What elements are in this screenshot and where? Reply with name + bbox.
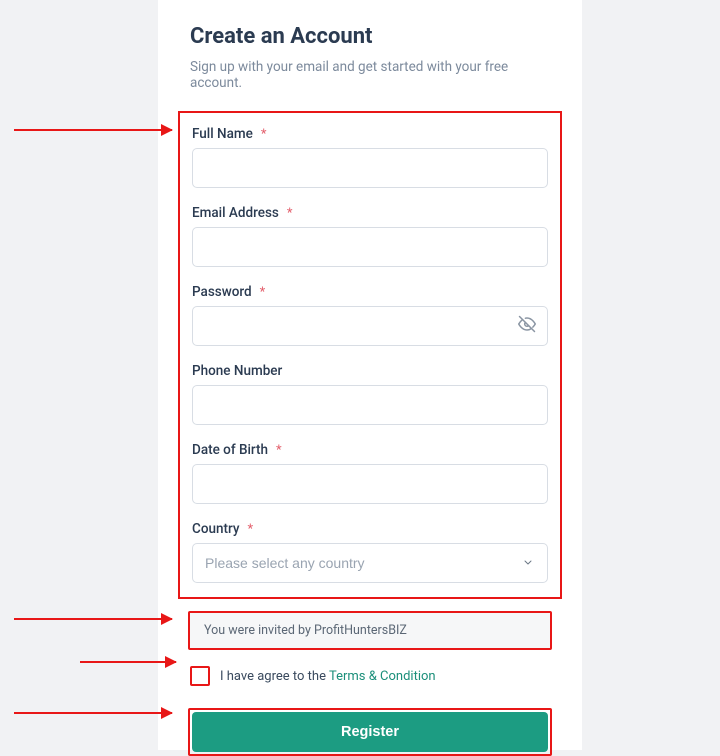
- phone-input[interactable]: [192, 385, 548, 425]
- invite-banner: You were invited by ProfitHuntersBIZ: [188, 611, 552, 650]
- required-mark: *: [247, 522, 253, 537]
- field-email: Email Address *: [192, 202, 548, 267]
- required-mark: *: [261, 127, 267, 142]
- form-fields-group: Full Name * Email Address * Password * P…: [178, 111, 562, 599]
- annotation-arrow: [14, 618, 172, 620]
- terms-text: I have agree to the Terms & Condition: [220, 669, 436, 684]
- field-country: Country *: [192, 518, 548, 583]
- terms-prefix: I have agree to the: [220, 669, 329, 684]
- password-label: Password: [192, 284, 252, 300]
- field-dob: Date of Birth *: [192, 439, 548, 504]
- country-label: Country: [192, 521, 240, 537]
- email-label: Email Address: [192, 205, 279, 221]
- dob-label: Date of Birth: [192, 442, 268, 458]
- page-subtitle: Sign up with your email and get started …: [190, 59, 550, 91]
- required-mark: *: [287, 206, 293, 221]
- page-title: Create an Account: [190, 24, 550, 49]
- register-button[interactable]: Register: [192, 712, 548, 752]
- terms-link[interactable]: Terms & Condition: [329, 669, 436, 684]
- field-fullname: Full Name *: [192, 123, 548, 188]
- field-password: Password *: [192, 281, 548, 346]
- dob-input[interactable]: [192, 464, 548, 504]
- email-input[interactable]: [192, 227, 548, 267]
- phone-label: Phone Number: [192, 363, 282, 379]
- annotation-arrow: [14, 129, 172, 131]
- terms-checkbox[interactable]: [190, 666, 210, 686]
- country-select[interactable]: [192, 543, 548, 583]
- fullname-label: Full Name: [192, 126, 253, 142]
- password-input[interactable]: [192, 306, 548, 346]
- annotation-arrow: [14, 712, 172, 714]
- annotation-arrow: [80, 661, 176, 663]
- field-phone: Phone Number: [192, 360, 548, 425]
- required-mark: *: [276, 443, 282, 458]
- register-highlight: Register: [188, 708, 552, 756]
- fullname-input[interactable]: [192, 148, 548, 188]
- required-mark: *: [260, 285, 266, 300]
- terms-row: I have agree to the Terms & Condition: [190, 666, 550, 686]
- signup-card: Create an Account Sign up with your emai…: [158, 0, 582, 750]
- eye-off-icon[interactable]: [518, 315, 536, 337]
